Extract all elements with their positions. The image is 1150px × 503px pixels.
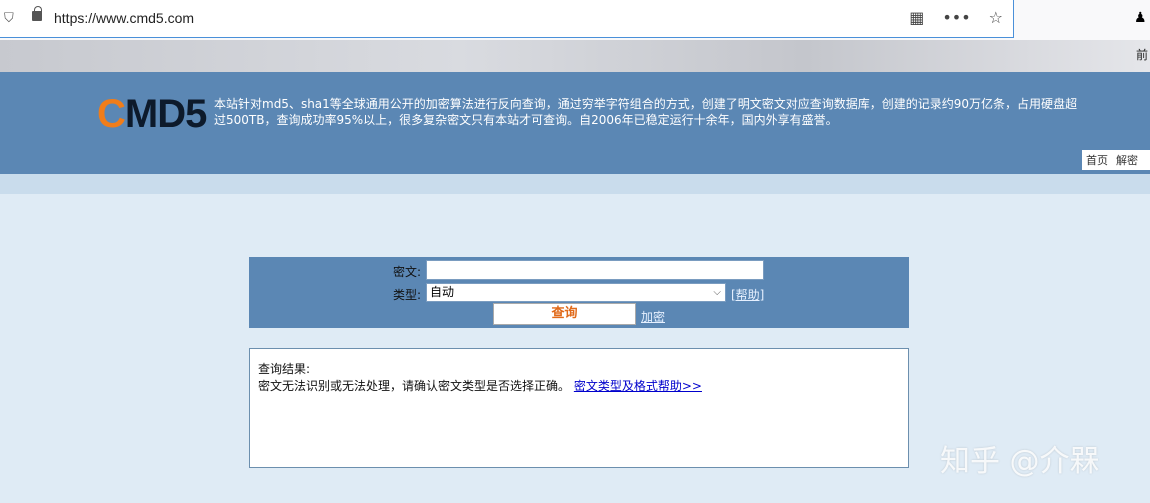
account-icon[interactable]: ♟ [1134,10,1147,26]
logo-rest: MD5 [124,92,207,136]
header-strip [0,174,1150,194]
more-icon[interactable]: ••• [942,8,970,27]
result-title: 查询结果: [258,362,311,376]
encrypt-link[interactable]: 加密 [641,308,665,325]
cipher-input[interactable] [426,260,764,280]
browser-toolbar: ⛉ https://www.cmd5.com ▦ ••• ☆ ♟ [0,0,1150,40]
nav-home[interactable]: 首页 [1086,154,1108,167]
type-label: 类型: [393,288,422,302]
type-select-value: 自动 [430,285,455,299]
result-panel: 查询结果: 密文无法识别或无法处理，请确认密文类型是否选择正确。 密文类型及格式… [249,348,909,468]
site-description: 本站针对md5、sha1等全球通用公开的加密算法进行反向查询，通过穷举字符组合的… [214,97,1078,127]
format-help-link[interactable]: 密文类型及格式帮助>> [574,379,702,393]
bookmark-star-icon[interactable]: ☆ [989,8,1003,27]
site-logo[interactable]: CMD5 [97,92,207,137]
site-nav: 首页 解密 [1082,150,1150,170]
bookmarks-bar: 前 [0,40,1150,72]
result-message: 密文无法识别或无法处理，请确认密文类型是否选择正确。 [258,379,571,393]
query-button[interactable]: 查询 [493,303,636,325]
lock-icon[interactable] [32,6,42,21]
address-bar[interactable]: ⛉ https://www.cmd5.com ▦ ••• ☆ [0,0,1014,38]
shield-icon[interactable]: ⛉ [4,11,14,26]
logo-c: C [97,92,126,136]
help-link[interactable]: [帮助] [731,286,764,303]
type-select[interactable]: 自动 ⌵ [426,283,726,302]
chevron-down-icon: ⌵ [713,287,721,298]
cipher-label: 密文: [393,265,422,279]
qr-code-icon[interactable]: ▦ [909,8,924,27]
site-header: CMD5 本站针对md5、sha1等全球通用公开的加密算法进行反向查询，通过穷举… [0,72,1150,174]
url-text[interactable]: https://www.cmd5.com [54,10,194,26]
nav-decrypt[interactable]: 解密 [1116,154,1138,167]
bookmark-item[interactable]: 前 [1136,46,1148,63]
query-form: 密文: 类型: 自动 ⌵ [帮助] 查询 加密 [249,257,909,328]
watermark: 知乎 @介槑 [940,444,1100,479]
